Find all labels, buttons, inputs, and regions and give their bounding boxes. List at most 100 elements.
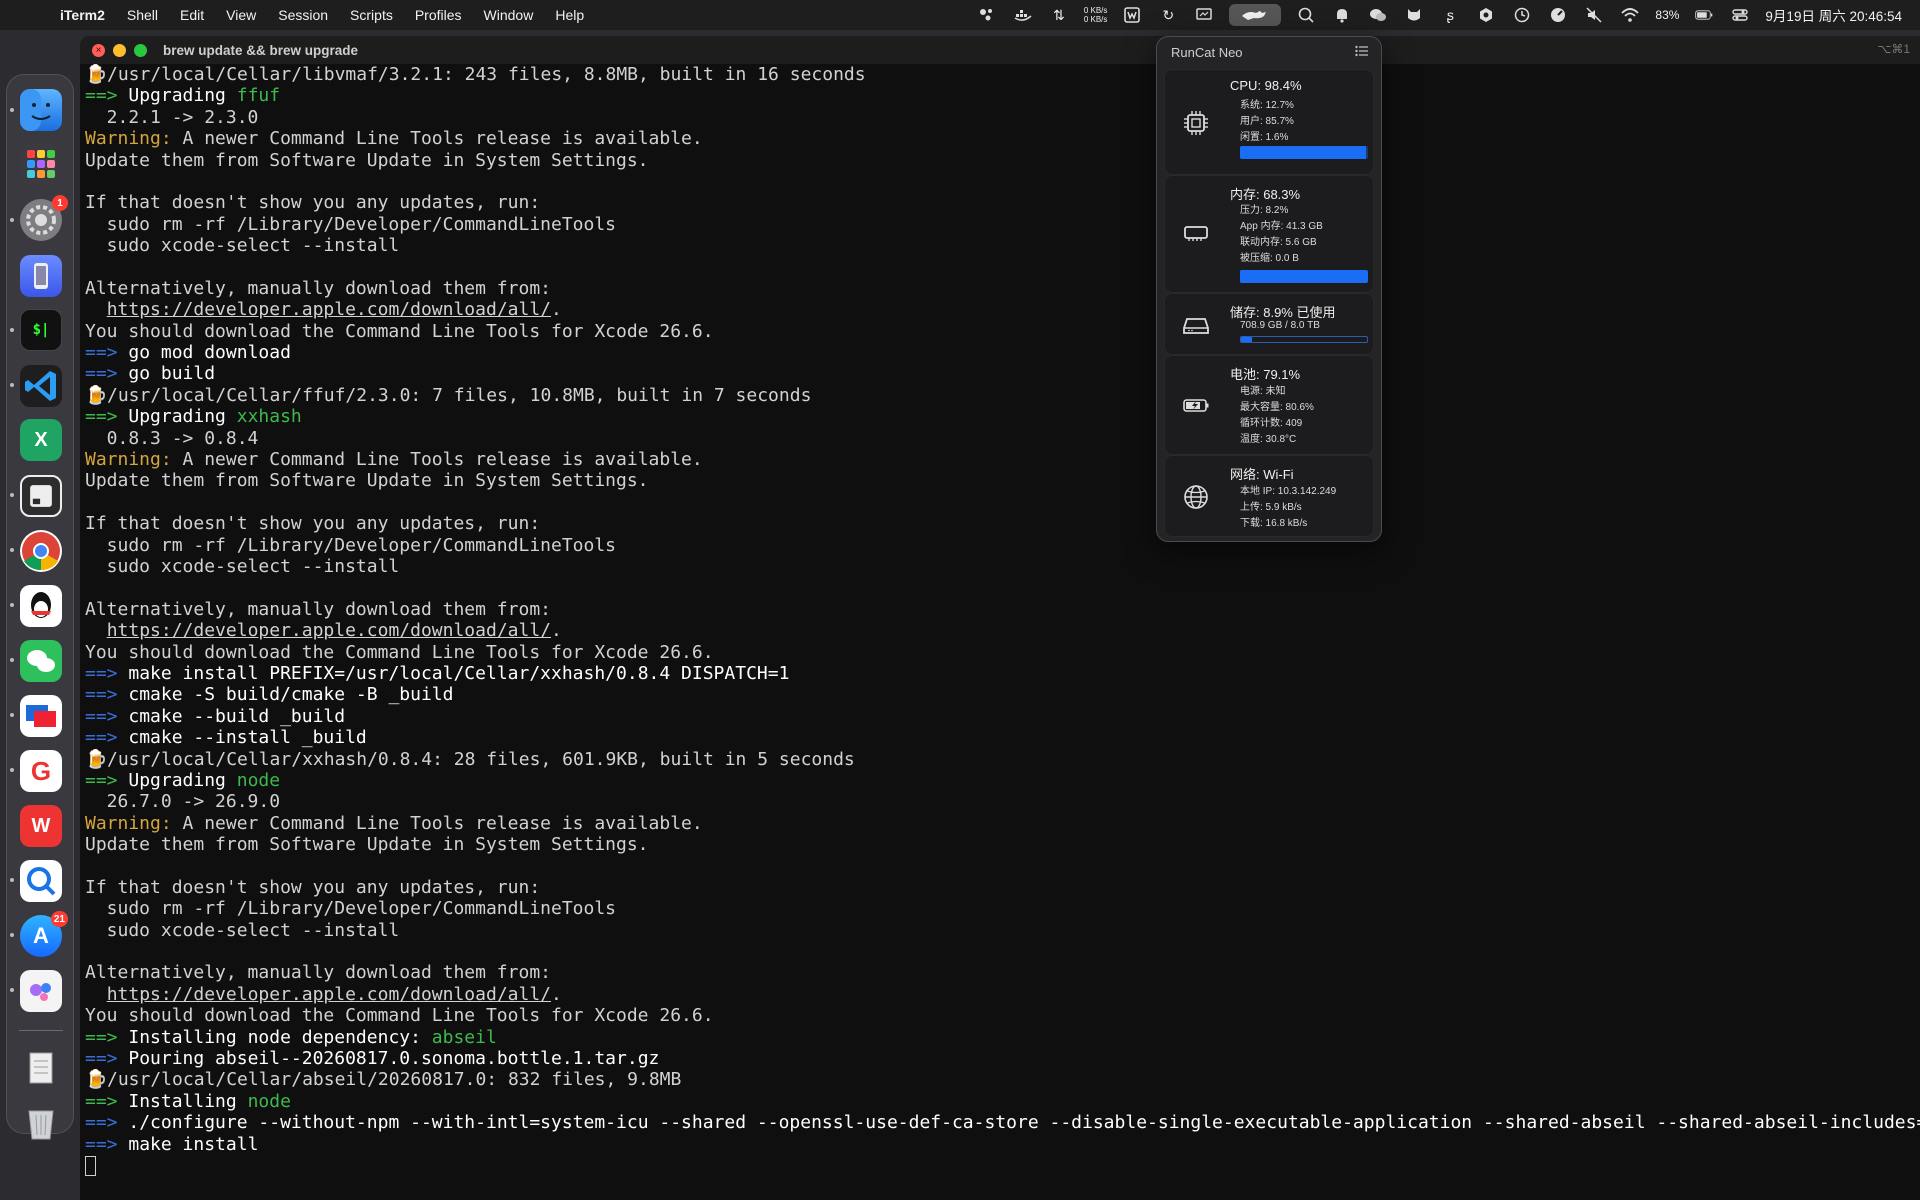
beer-mug-icon: 🍺 [85,1069,108,1091]
terminal-line: Update them from Software Update in Syst… [85,150,1920,171]
trash-icon[interactable] [20,1101,62,1143]
assistant-icon[interactable] [20,970,62,1012]
step-text: Installing [128,1090,248,1112]
wechat-icon[interactable] [1367,6,1389,24]
network-download: 下载: 16.8 kB/s [1240,518,1308,529]
command-text: make install PREFIX=/usr/local/Cellar/xx… [128,662,790,684]
time-machine-icon[interactable] [1511,6,1533,24]
launchpad-icon[interactable] [20,143,62,185]
minimize-button[interactable] [113,43,126,57]
terminal-line: 🍺/usr/local/Cellar/abseil/20260817.0: 83… [85,1069,1920,1090]
output-text: You should download the Command Line Too… [85,641,714,663]
network-card[interactable]: 网络: Wi-Fi 本地 IP: 10.3.142.249 上传: 5.9 kB… [1164,455,1374,537]
memory-app: App 内存: 41.3 GB [1240,221,1323,232]
running-indicator [10,218,14,222]
wechat-app-icon[interactable] [20,640,62,682]
memory-usage-bar [1240,270,1368,283]
cat-shield-icon[interactable] [1403,6,1425,24]
running-indicator [10,603,14,607]
cpu-usage-bar [1240,146,1368,159]
g-app-icon[interactable]: G [20,750,62,792]
clock[interactable]: 9月19日 周六 20:46:54 [1765,5,1902,25]
warning-label: Warning: [85,449,172,471]
battery-icon[interactable] [1693,6,1715,24]
terminal-line: ==> go build [85,363,1920,384]
menu-profiles[interactable]: Profiles [415,7,462,23]
terminal-line: Alternatively, manually download them fr… [85,962,1920,983]
terminal-line: If that doesn't show you any updates, ru… [85,513,1920,534]
command-text: cmake --install _build [128,727,367,749]
search-chat-icon[interactable] [1295,6,1317,24]
notification-badge: 21 [50,911,68,927]
window-app-icon[interactable] [20,475,62,517]
speed-gauge-icon[interactable] [1547,6,1569,24]
transfer-arrows-icon[interactable]: ⇅ [1048,6,1070,24]
runcat-panel: RunCat Neo CPU: 98.4% 系统: 12.7% 用户: 85.7… [1156,36,1382,542]
window-title-bar[interactable]: × brew update && brew upgrade ⌥⌘1 [80,36,1920,64]
chrome-icon[interactable] [20,530,62,572]
close-button[interactable]: × [92,43,105,57]
punctuation: . [551,620,562,642]
system-settings-icon[interactable]: 1 [20,195,68,241]
zoom-button[interactable] [134,43,147,57]
memory-card[interactable]: 内存: 68.3% 压力: 8.2% App 内存: 41.3 GB 联动内存:… [1164,175,1374,293]
finder-icon[interactable] [20,89,62,131]
simulator-icon[interactable] [20,255,62,297]
output-text: 0.8.3 -> 0.8.4 [85,427,259,449]
terminal-line: 2.2.1 -> 2.3.0 [85,107,1920,128]
screen-icon[interactable] [1193,6,1215,24]
sync-icon[interactable]: ↻ [1157,6,1179,24]
excel-icon[interactable]: X [20,419,62,461]
output-text: You should download the Command Line Too… [85,1005,714,1027]
control-center-icon[interactable] [1729,6,1751,24]
hook-icon[interactable]: ʂ [1439,6,1461,24]
terminal-line: 26.7.0 -> 26.9.0 [85,791,1920,812]
terminal-output[interactable]: 🍺/usr/local/Cellar/libvmaf/3.2.1: 243 fi… [80,64,1920,1176]
terminal-line: Update them from Software Update in Syst… [85,470,1920,491]
arrow-marker: ==> [85,363,118,385]
bell-icon[interactable] [1331,6,1353,24]
menu-session[interactable]: Session [278,7,328,23]
menu-help[interactable]: Help [555,7,584,23]
runcat-status-button[interactable] [1229,4,1282,26]
vscode-icon[interactable] [20,365,62,407]
list-menu-icon[interactable] [1355,45,1369,57]
menu-scripts[interactable]: Scripts [350,7,393,23]
running-indicator [10,713,14,717]
wifi-icon[interactable] [1619,6,1641,24]
battery-percent[interactable]: 83% [1655,8,1679,22]
qq-icon[interactable] [20,585,62,627]
storage-card[interactable]: 储存: 8.9% 已使用 708.9 GB / 8.0 TB [1164,293,1374,355]
mute-icon[interactable] [1583,6,1605,24]
terminal-line: sudo xcode-select --install [85,920,1920,941]
network-speed[interactable]: 0 KB/s 0 KB/s [1084,6,1108,24]
iterm-icon[interactable]: $| [20,309,62,351]
battery-card[interactable]: 电池: 79.1% 电源: 未知 最大容量: 80.6% 循环计数: 409 温… [1164,355,1374,455]
menu-shell[interactable]: Shell [127,7,158,23]
menu-view[interactable]: View [226,7,256,23]
download-link[interactable]: https://developer.apple.com/download/all… [107,984,551,1005]
wps-office-icon[interactable]: W [20,805,62,847]
menu-app-name[interactable]: iTerm2 [60,7,105,23]
menu-window[interactable]: Window [484,7,534,23]
storage-title: 储存: 8.9% 已使用 [1230,305,1336,320]
download-link[interactable]: https://developer.apple.com/download/all… [107,620,551,641]
memory-icon [1184,226,1208,241]
menu-edit[interactable]: Edit [180,7,204,23]
cpu-card[interactable]: CPU: 98.4% 系统: 12.7% 用户: 85.7% 闲置: 1.6% [1164,69,1374,175]
hexagon-icon[interactable] [1475,6,1497,24]
download-link[interactable]: https://developer.apple.com/download/all… [107,299,551,320]
cpu-title: CPU: 98.4% [1230,78,1302,93]
remote-desktop-icon[interactable] [20,695,62,737]
running-indicator [10,933,14,937]
docker-icon[interactable] [1012,6,1034,24]
terminal-line: Warning: A newer Command Line Tools rele… [85,128,1920,149]
documents-stack-icon[interactable] [20,1047,62,1089]
command-text: ./configure --without-npm --with-intl=sy… [128,1112,1920,1134]
wps-icon[interactable] [1121,6,1143,24]
app-store-icon[interactable]: A 21 [20,911,68,957]
search-app-icon[interactable] [20,860,62,902]
dots-app-icon[interactable] [976,6,998,24]
